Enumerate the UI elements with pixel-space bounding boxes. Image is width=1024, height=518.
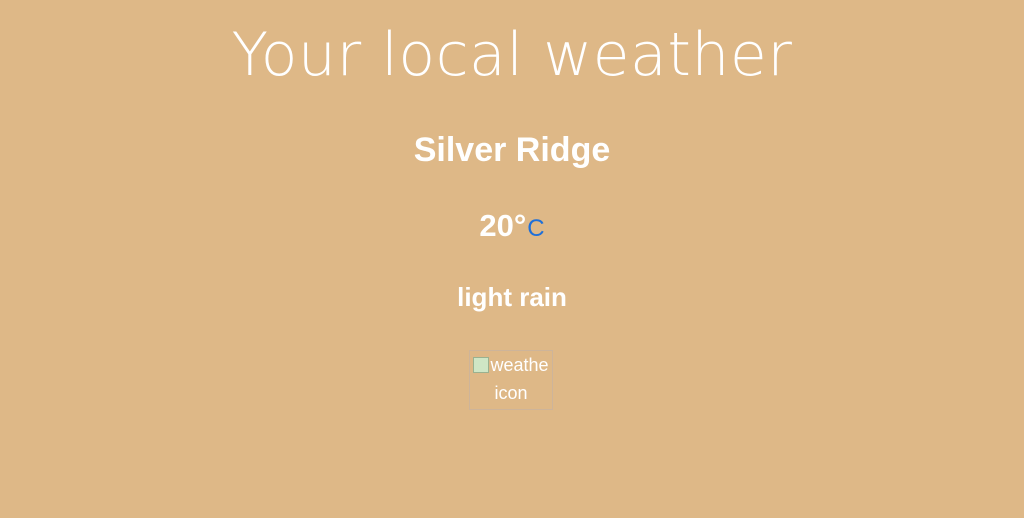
city-name: Silver Ridge (413, 131, 611, 169)
broken-image-icon (473, 357, 490, 373)
weather-icon-alt-text: weathe (490, 355, 549, 375)
unit-toggle-button[interactable]: C (527, 215, 544, 242)
temperature-display: 20°C (0, 205, 1024, 253)
weather-description: light rain (457, 282, 567, 312)
temperature-value: 20° (479, 208, 527, 243)
weather-icon-alt-text-line2: icon (494, 383, 528, 403)
page-title: Your local weather (231, 20, 793, 90)
weather-page: Your local weather Silver Ridge 20°C lig… (0, 0, 1024, 518)
weather-icon: weathe icon (469, 350, 553, 410)
